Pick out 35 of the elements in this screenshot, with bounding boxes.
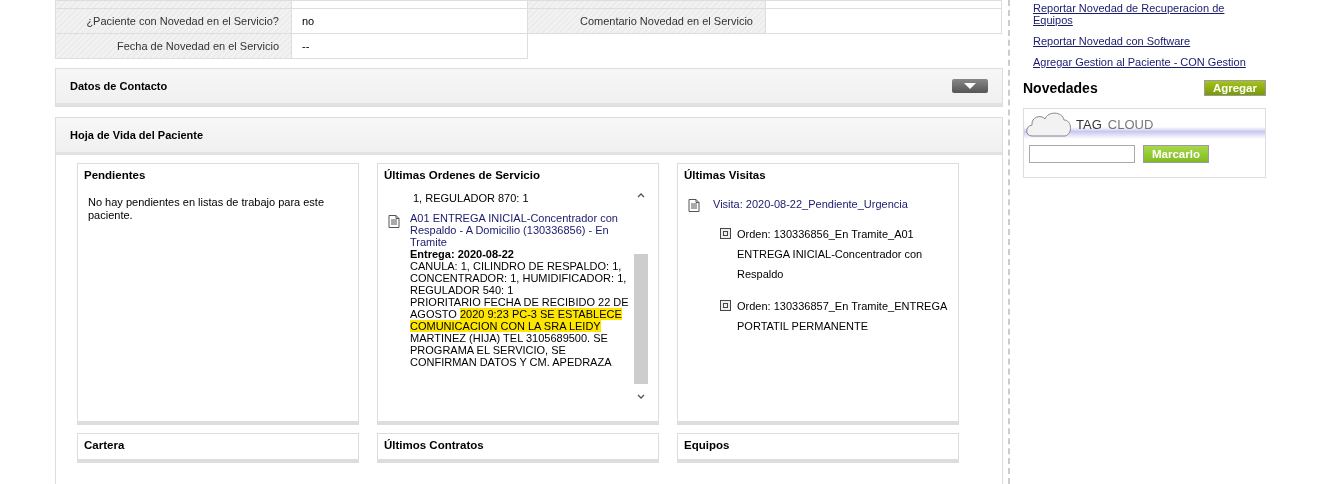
order-details: 1, REGULADOR 870: 1 [412,192,530,204]
card-title: Pendientes [83,168,147,183]
widget-title: TAG [1076,116,1102,132]
card-title: Últimos Contratos [383,438,485,453]
order-icon [720,228,731,239]
document-icon [388,215,400,228]
field-label: ¿Paciente con Novedad en el Servicio? [55,8,292,34]
cloud-icon [1024,109,1074,139]
sidebar-link[interactable]: Reportar Novedad con Software [1023,35,1266,47]
card-title: Últimas Ordenes de Servicio [383,168,541,183]
delivery-date: Entrega: 2020-08-22 [410,248,515,260]
card-title: Equipos [683,438,731,453]
card-title: Cartera [83,438,126,453]
order-link[interactable]: A01 ENTREGA INICIAL-Concentrador con Respaldo - A Domicilio (130336856) - En Tramite [410,212,633,248]
visit-link[interactable]: Visita: 2020-08-22_Pendiente_Urgencia [713,198,908,210]
document-icon [688,199,700,212]
field-label: Fecha de Novedad en el Servicio [55,33,292,59]
order-link[interactable]: Orden: 130336856_En Tramite_A01 ENTREGA INICIAL-Concentrador con Respaldo [737,224,948,284]
expand-button[interactable] [952,79,988,93]
order-details: CANULA: 1, CILINDRO DE RESPALDO: 1, CONCENTRADOR: 1, HUMIDIFICADOR: 1, REGULADOR 540: 1 [410,260,628,296]
field-value: -- [291,33,528,59]
field-label: Comentario Novedad en el Servicio [527,8,766,34]
caret-icon [964,83,976,89]
order-note: PRIORITARIO FECHA DE RECIBIDO 22 DE AGOSTO 2020 9:23 PC-3 SE ESTABLECE COMUNICACION CON LA SRA LEIDY MARTINEZ (HIJA) TEL 3105689500. SE PROGRAMA EL SERVICIO, SE CONFIRMAN DATOS Y CM. APEDRAZA [410,296,630,368]
panel-title: Datos de Contacto [70,80,168,92]
panel-title: Hoja de Vida del Paciente [70,129,204,141]
section-title: Novedades [1023,80,1098,96]
sidebar-link[interactable]: Agregar Gestion al Paciente - CON Gestion [1023,56,1266,68]
order-link[interactable]: Orden: 130336857_En Tramite_ENTREGA PORTATIL PERMANENTE [737,296,948,336]
empty-message: No hay pendientes en listas de trabajo para este paciente. [88,196,326,222]
card-title: Últimas Visitas [683,168,767,183]
tag-input-field[interactable] [1029,145,1135,163]
widget-title: CLOUD [1107,116,1154,132]
sidebar-link[interactable]: Reportar Novedad de Recuperacion de Equipos [1023,2,1266,26]
order-icon [720,300,731,311]
